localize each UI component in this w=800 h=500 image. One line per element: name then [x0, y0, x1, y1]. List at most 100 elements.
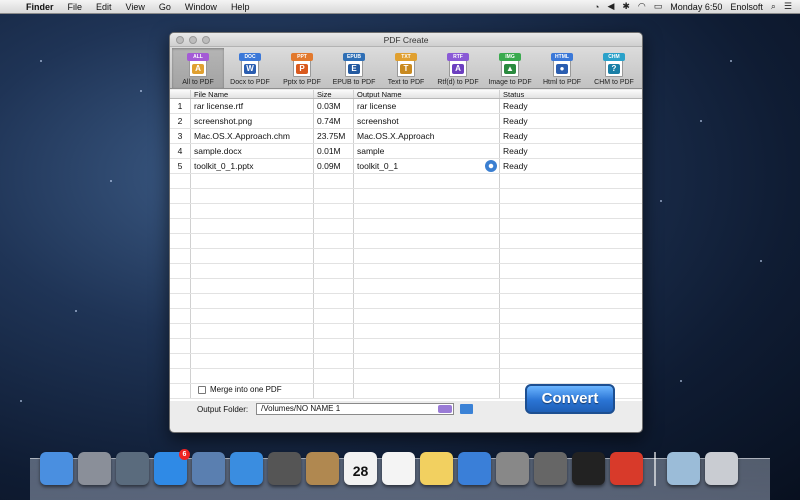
table-row[interactable]: [170, 339, 642, 354]
finder-icon[interactable]: [40, 452, 73, 485]
wifi-icon[interactable]: ◠: [638, 1, 646, 12]
table-row[interactable]: [170, 369, 642, 384]
close-window-button[interactable]: [176, 36, 184, 44]
merge-checkbox[interactable]: [198, 385, 206, 394]
notification-center-icon[interactable]: ☰: [784, 1, 792, 12]
menu-window[interactable]: Window: [178, 2, 224, 12]
camera-picker-icon[interactable]: [438, 405, 452, 413]
empty-cell: [500, 309, 642, 323]
output-folder-field[interactable]: /Volumes/NO NAME 1: [256, 403, 454, 415]
table-row[interactable]: [170, 324, 642, 339]
empty-cell: [500, 294, 642, 308]
table-row[interactable]: [170, 309, 642, 324]
table-row[interactable]: 2 screenshot.png 0.74M screenshot Ready: [170, 114, 642, 129]
menu-bar: Finder File Edit View Go Window Help ◔ ◀…: [0, 0, 800, 14]
automator-icon[interactable]: [534, 452, 567, 485]
column-header-index[interactable]: [170, 90, 191, 98]
table-row[interactable]: 1 rar license.rtf 0.03M rar license Ready: [170, 99, 642, 114]
empty-cell: [314, 354, 354, 368]
empty-cell: [500, 234, 642, 248]
empty-cell: [354, 249, 500, 263]
mission-control-icon[interactable]: [116, 452, 149, 485]
menu-view[interactable]: View: [119, 2, 152, 12]
contacts-icon[interactable]: [306, 452, 339, 485]
launchpad-icon[interactable]: [78, 452, 111, 485]
battery-icon[interactable]: ▭: [654, 1, 663, 12]
tool-text-to-pdf[interactable]: TXT T Text to PDF: [380, 48, 432, 88]
table-row[interactable]: [170, 279, 642, 294]
tool-chm-to-pdf[interactable]: CHM? CHM to PDF: [588, 48, 640, 88]
menu-edit[interactable]: Edit: [89, 2, 119, 12]
cell-row-index: 5: [170, 159, 191, 173]
app-store-badge: 6: [179, 449, 190, 460]
downloads-stack-icon[interactable]: [667, 452, 700, 485]
empty-cell: [170, 309, 191, 323]
cell-file-size: 0.09M: [314, 159, 354, 173]
empty-cell: [191, 279, 314, 293]
trash-icon[interactable]: [705, 452, 738, 485]
table-row[interactable]: [170, 174, 642, 189]
empty-cell: [354, 234, 500, 248]
table-row[interactable]: [170, 234, 642, 249]
empty-cell: [170, 204, 191, 218]
safari-icon[interactable]: [230, 452, 263, 485]
cell-file-name: Mac.OS.X.Approach.chm: [191, 129, 314, 143]
zoom-window-button[interactable]: [202, 36, 210, 44]
cell-file-size: 0.74M: [314, 114, 354, 128]
menu-go[interactable]: Go: [152, 2, 178, 12]
itunes-icon[interactable]: [458, 452, 491, 485]
bluetooth-icon[interactable]: ✱: [622, 1, 630, 12]
tool-image-to-pdf[interactable]: IMG ▲ Image to PDF: [484, 48, 536, 88]
merge-checkbox-row[interactable]: Merge into one PDF: [198, 385, 282, 394]
table-row[interactable]: [170, 189, 642, 204]
gear-icon[interactable]: [485, 160, 497, 172]
facetime-icon[interactable]: [268, 452, 301, 485]
notes-icon[interactable]: [420, 452, 453, 485]
table-row[interactable]: [170, 264, 642, 279]
output-name-text[interactable]: toolkit_0_1: [357, 161, 398, 171]
calendar-icon[interactable]: 28: [344, 452, 377, 485]
table-row[interactable]: [170, 354, 642, 369]
column-header-output-name[interactable]: Output Name: [354, 90, 500, 98]
tool-pptx-to-pdf[interactable]: PPT P Pptx to PDF: [276, 48, 328, 88]
empty-cell: [500, 204, 642, 218]
menu-help[interactable]: Help: [224, 2, 257, 12]
window-titlebar[interactable]: PDF Create: [170, 33, 642, 47]
pdf-app-icon[interactable]: [610, 452, 643, 485]
tool-rtf-d-to-pdf[interactable]: RTF A Rtf(d) to PDF: [432, 48, 484, 88]
tool-html-to-pdf[interactable]: HTML ● Html to PDF: [536, 48, 588, 88]
table-row[interactable]: 3 Mac.OS.X.Approach.chm 23.75M Mac.OS.X.App…: [170, 129, 642, 144]
column-header-status[interactable]: Status: [500, 90, 642, 98]
empty-cell: [354, 384, 500, 398]
convert-button[interactable]: Convert: [525, 384, 615, 414]
column-header-size[interactable]: Size: [314, 90, 354, 98]
tool-label: CHM to PDF: [594, 79, 634, 86]
table-row[interactable]: [170, 204, 642, 219]
menu-file[interactable]: File: [61, 2, 90, 12]
spotlight-icon[interactable]: ⌕: [771, 1, 776, 12]
menubar-user[interactable]: Enolsoft: [730, 2, 763, 12]
folder-icon[interactable]: [460, 404, 473, 414]
tool-epub-to-pdf[interactable]: EPUB E EPUB to PDF: [328, 48, 380, 88]
menubar-clock[interactable]: Monday 6:50: [670, 2, 722, 12]
app-store-icon[interactable]: 6: [154, 449, 190, 485]
time-machine-icon[interactable]: ◔: [594, 2, 599, 12]
table-row[interactable]: 5 toolkit_0_1.pptx 0.09M toolkit_0_1 Ready: [170, 159, 642, 174]
empty-cell: [170, 324, 191, 338]
mail-icon[interactable]: [192, 452, 225, 485]
table-row[interactable]: [170, 219, 642, 234]
tool-docx-to-pdf[interactable]: DOC W Docx to PDF: [224, 48, 276, 88]
column-header-file-name[interactable]: File Name: [191, 90, 314, 98]
menu-app-finder[interactable]: Finder: [22, 2, 61, 12]
system-preferences-icon[interactable]: [496, 452, 529, 485]
table-row[interactable]: 4 sample.docx 0.01M sample Ready: [170, 144, 642, 159]
table-row[interactable]: [170, 249, 642, 264]
minimize-window-button[interactable]: [189, 36, 197, 44]
document-icon: ALL A: [187, 53, 209, 77]
empty-cell: [314, 204, 354, 218]
terminal-icon[interactable]: [572, 452, 605, 485]
reminders-icon[interactable]: [382, 452, 415, 485]
tool-all-to-pdf[interactable]: ALL A All to PDF: [172, 48, 224, 88]
table-row[interactable]: [170, 294, 642, 309]
volume-icon[interactable]: ◀: [607, 1, 614, 12]
